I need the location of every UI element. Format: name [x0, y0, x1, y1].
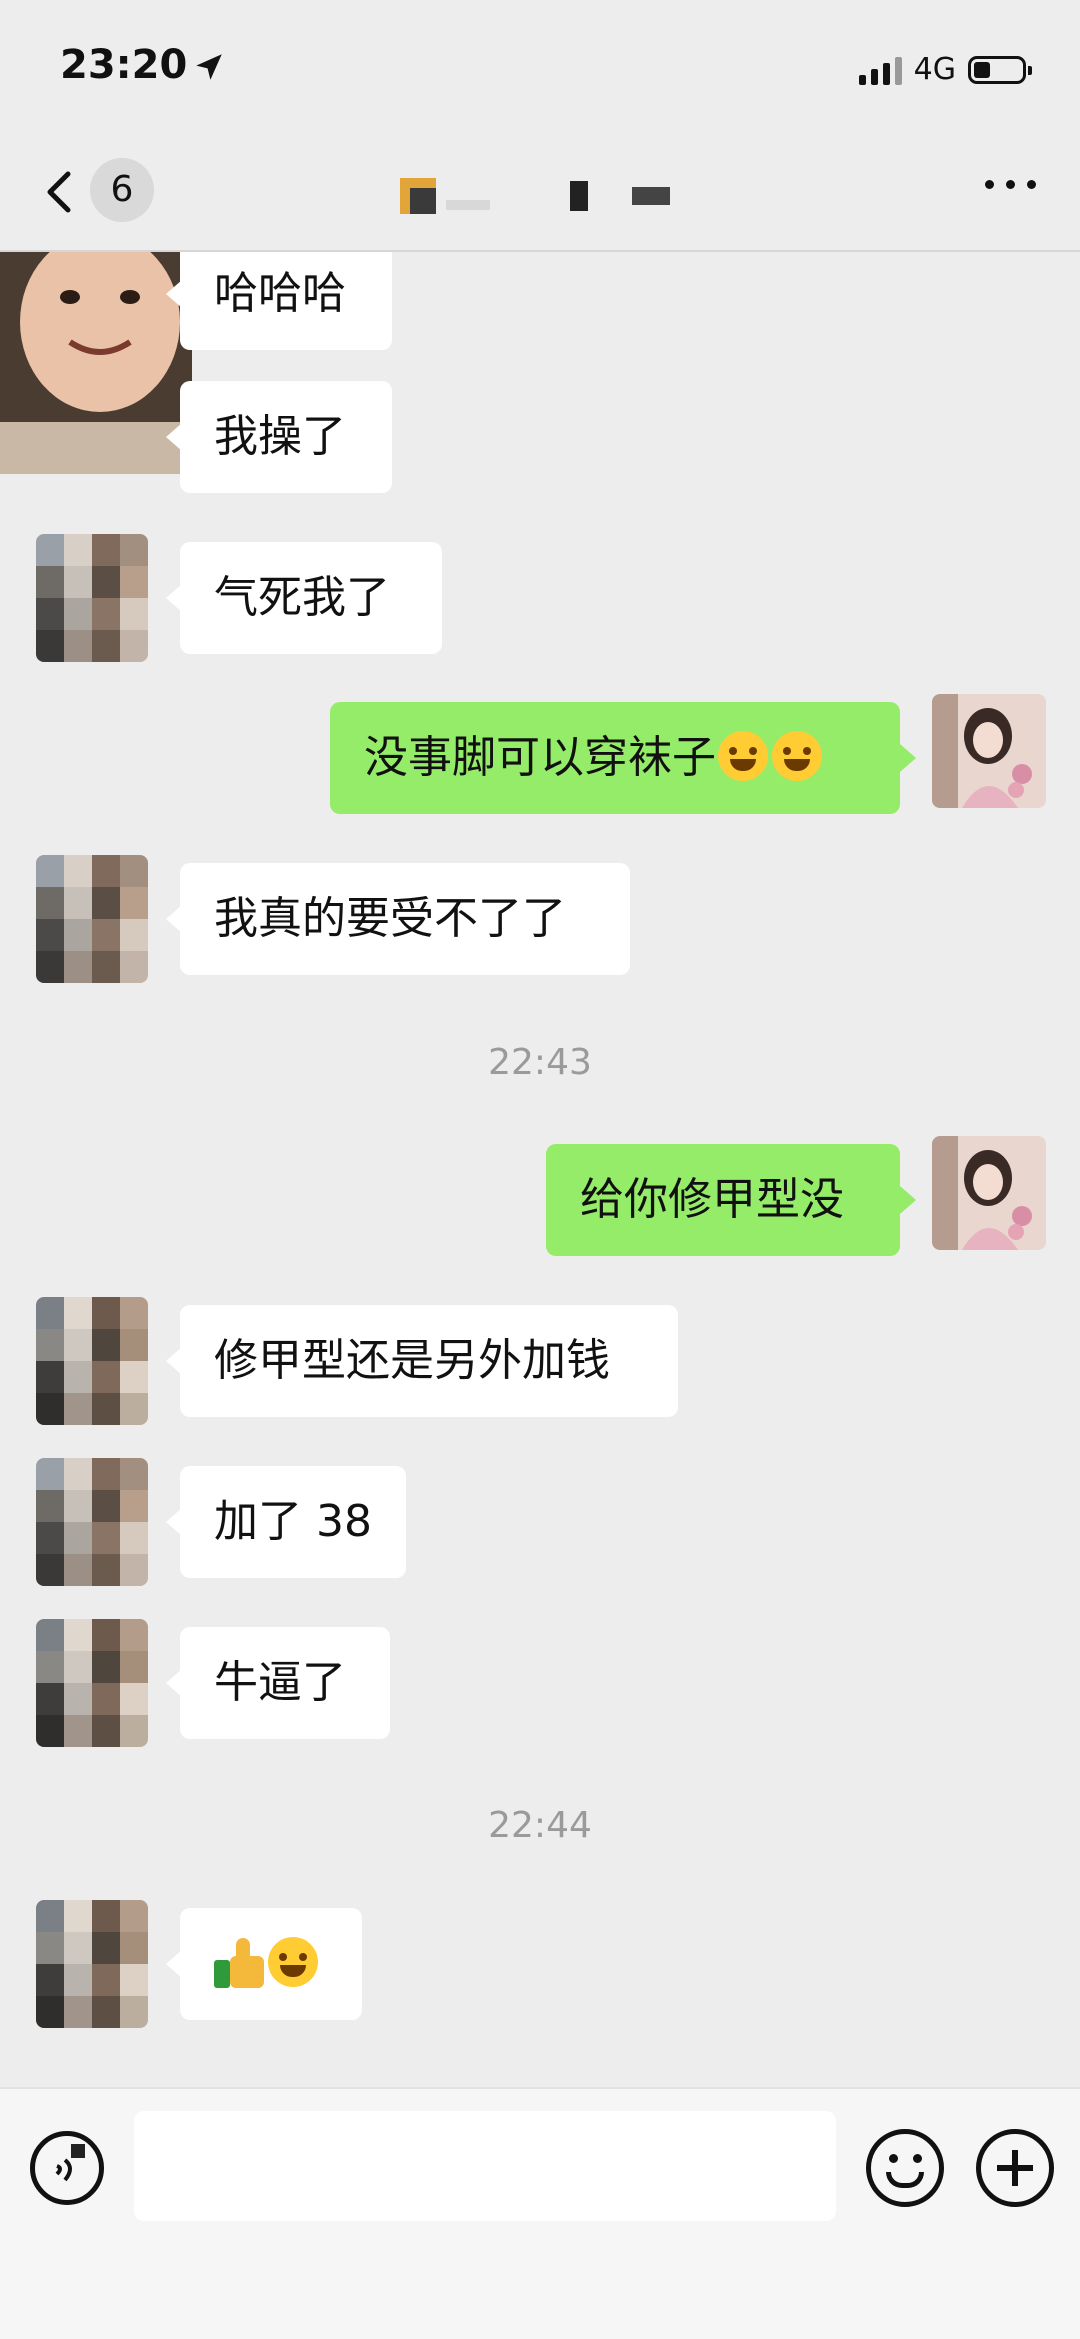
more-functions-button[interactable]	[976, 2129, 1054, 2207]
incoming-message: 我真的要受不了了	[0, 855, 1080, 983]
location-arrow-icon	[192, 50, 226, 88]
my-avatar[interactable]	[932, 694, 1046, 808]
contact-avatar[interactable]	[36, 1619, 148, 1747]
message-text: 没事脚可以穿袜子	[364, 732, 716, 783]
message-text: 我真的要受不了了	[214, 893, 566, 944]
message-text: 给你修甲型没	[580, 1174, 844, 1225]
ellipsis-icon	[985, 180, 994, 189]
status-indicators: 4G	[858, 52, 1032, 87]
input-bar	[0, 2087, 1080, 2339]
face-with-tears-of-joy-icon	[772, 731, 822, 781]
message-list[interactable]: 哈哈哈我操了气死我了没事脚可以穿袜子我真的要受不了了 22:43 给你修甲型没修甲型…	[0, 252, 1080, 2087]
message-text: 哈哈哈	[214, 268, 346, 319]
incoming-message	[0, 1900, 1080, 2028]
message-bubble[interactable]: 我操了	[166, 381, 392, 493]
message-bubble[interactable]: 给你修甲型没	[546, 1144, 916, 1256]
incoming-message: 我操了	[0, 373, 1080, 501]
voice-icon	[55, 2144, 85, 2182]
incoming-message: 哈哈哈	[0, 252, 1080, 358]
message-text: 牛逼了	[214, 1657, 346, 1708]
chevron-left-icon	[47, 171, 71, 213]
status-time: 23:20	[60, 42, 188, 88]
network-label: 4G	[913, 52, 956, 87]
incoming-message: 牛逼了	[0, 1619, 1080, 1747]
incoming-message: 加了 38	[0, 1458, 1080, 1586]
thumbs-up-icon	[214, 1936, 266, 1988]
grinning-face-icon	[268, 1937, 318, 1987]
message-bubble[interactable]	[166, 1908, 362, 2020]
incoming-message: 修甲型还是另外加钱	[0, 1297, 1080, 1425]
incoming-message: 气死我了	[0, 534, 1080, 662]
message-bubble[interactable]: 修甲型还是另外加钱	[166, 1305, 678, 1417]
unread-count-badge[interactable]: 6	[90, 158, 154, 222]
timestamp: 22:43	[488, 1042, 592, 1083]
outgoing-message: 没事脚可以穿袜子	[0, 694, 1080, 822]
face-with-tears-of-joy-icon	[718, 731, 768, 781]
contact-avatar[interactable]	[36, 534, 148, 662]
message-bubble[interactable]: 我真的要受不了了	[166, 863, 630, 975]
outgoing-message: 给你修甲型没	[0, 1136, 1080, 1264]
message-bubble[interactable]: 哈哈哈	[166, 252, 392, 350]
contact-avatar[interactable]	[36, 855, 148, 983]
contact-avatar[interactable]	[36, 1297, 148, 1425]
emoji-button[interactable]	[866, 2129, 944, 2207]
message-bubble[interactable]: 加了 38	[166, 1466, 406, 1578]
message-text: 修甲型还是另外加钱	[214, 1335, 610, 1386]
message-input[interactable]	[134, 2111, 836, 2221]
message-text: 气死我了	[214, 572, 390, 623]
chat-title-redacted[interactable]	[400, 174, 670, 218]
battery-icon	[968, 55, 1032, 84]
timestamp: 22:44	[488, 1805, 592, 1846]
chat-header: 6	[0, 140, 1080, 252]
contact-avatar[interactable]	[36, 1900, 148, 2028]
contact-avatar[interactable]	[36, 1458, 148, 1586]
my-avatar[interactable]	[932, 1136, 1046, 1250]
battery-level	[974, 61, 990, 78]
message-bubble[interactable]: 牛逼了	[166, 1627, 390, 1739]
signal-icon	[858, 55, 902, 85]
message-text: 我操了	[214, 411, 346, 462]
message-bubble[interactable]: 气死我了	[166, 542, 442, 654]
message-text: 加了 38	[214, 1496, 372, 1547]
status-bar: 23:20 4G	[0, 0, 1080, 140]
voice-input-button[interactable]	[30, 2131, 104, 2205]
message-bubble[interactable]: 没事脚可以穿袜子	[330, 702, 916, 814]
more-options-button[interactable]	[985, 180, 1036, 189]
